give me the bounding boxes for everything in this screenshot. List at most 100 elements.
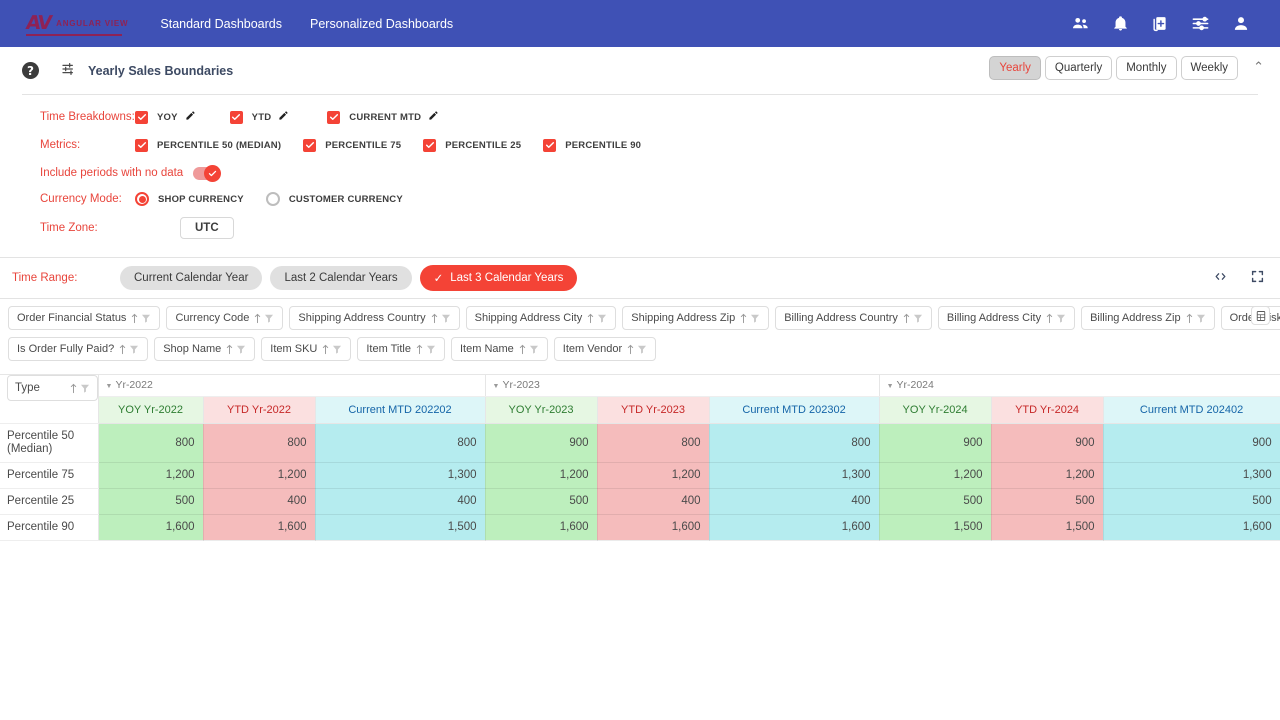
app-logo[interactable]: AV ANGULAR VIEW bbox=[18, 12, 128, 34]
sort-filter-icons[interactable] bbox=[226, 344, 246, 355]
time-range-last-2-calendar-years[interactable]: Last 2 Calendar Years bbox=[270, 266, 412, 290]
column-header-yoy-2024[interactable]: YOY Yr-2024 bbox=[879, 396, 992, 424]
filter-chip-billing-address-country[interactable]: Billing Address Country bbox=[775, 306, 932, 330]
time-range-current-calendar-year[interactable]: Current Calendar Year bbox=[120, 266, 263, 290]
radio-customer-currency[interactable] bbox=[265, 192, 280, 206]
sort-filter-icons[interactable] bbox=[1046, 313, 1066, 324]
period-yearly[interactable]: Yearly bbox=[989, 56, 1041, 80]
group-header-yr-2022[interactable]: ▼ Yr-2022 bbox=[98, 375, 486, 397]
fullscreen-icon[interactable] bbox=[1251, 270, 1264, 286]
checkbox-item-percentile-75[interactable]: PERCENTILE 75 bbox=[303, 138, 401, 152]
checkbox-percentile-90[interactable] bbox=[543, 138, 557, 152]
account-icon[interactable] bbox=[1232, 14, 1250, 33]
checkbox-yoy[interactable] bbox=[135, 110, 148, 124]
period-weekly[interactable]: Weekly bbox=[1180, 56, 1238, 80]
filter-chip-item-sku[interactable]: Item SKU bbox=[261, 337, 352, 361]
column-header-yoy-2023[interactable]: YOY Yr-2023 bbox=[485, 396, 598, 424]
sort-filter-icons[interactable] bbox=[70, 383, 90, 394]
sort-filter-icons[interactable] bbox=[519, 344, 539, 355]
radio-item-customer-currency[interactable]: CUSTOMER CURRENCY bbox=[265, 192, 403, 206]
column-header-current-mtd-202302[interactable]: Current MTD 202302 bbox=[709, 396, 880, 424]
filter-chip-item-vendor[interactable]: Item Vendor bbox=[553, 337, 657, 361]
chevron-up-icon[interactable]: ⌃ bbox=[1253, 59, 1264, 75]
edit-pencil-icon-yoy[interactable] bbox=[185, 110, 196, 124]
checkbox-label-percentile-25: PERCENTILE 25 bbox=[445, 139, 522, 151]
filter-chip-is-order-fully-paid[interactable]: Is Order Fully Paid? bbox=[8, 337, 149, 361]
checkbox-item-percentile-50[interactable]: PERCENTILE 50 (MEDIAN) bbox=[135, 138, 281, 152]
checkbox-ytd[interactable] bbox=[229, 110, 243, 124]
toggle-knob bbox=[204, 164, 222, 182]
cell: 400 bbox=[315, 488, 486, 515]
edit-pencil-icon-current-mtd[interactable] bbox=[428, 110, 439, 124]
column-header-ytd-2023[interactable]: YTD Yr-2023 bbox=[597, 396, 710, 424]
sort-filter-icons[interactable] bbox=[131, 313, 151, 324]
bell-icon[interactable] bbox=[1112, 14, 1129, 33]
type-filter-box[interactable]: Type bbox=[7, 375, 98, 401]
period-quarterly[interactable]: Quarterly bbox=[1044, 56, 1113, 80]
checkbox-percentile-25[interactable] bbox=[423, 138, 437, 152]
spreadsheet-export-icon[interactable] bbox=[1251, 306, 1270, 325]
sort-filter-icons[interactable] bbox=[587, 313, 607, 324]
nav-personalized-dashboards[interactable]: Personalized Dashboards bbox=[310, 17, 453, 31]
checkbox-item-current-mtd[interactable]: CURRENT MTD bbox=[327, 110, 439, 124]
sort-filter-icons[interactable] bbox=[627, 344, 647, 355]
column-header-ytd-2022[interactable]: YTD Yr-2022 bbox=[203, 396, 316, 424]
sort-filter-icons[interactable] bbox=[1186, 313, 1206, 324]
settings-tune-icon[interactable] bbox=[61, 61, 77, 80]
period-monthly[interactable]: Monthly bbox=[1116, 56, 1177, 80]
people-icon[interactable] bbox=[1071, 14, 1090, 33]
filter-chip-billing-address-city[interactable]: Billing Address City bbox=[937, 306, 1076, 330]
radio-shop-currency[interactable] bbox=[135, 192, 149, 206]
cell: 500 bbox=[1103, 488, 1280, 515]
cell: 1,300 bbox=[315, 462, 486, 489]
sort-filter-icons[interactable] bbox=[431, 313, 451, 324]
group-header-yr-2023[interactable]: ▼ Yr-2023 bbox=[485, 375, 880, 397]
column-header-current-mtd-202402[interactable]: Current MTD 202402 bbox=[1103, 396, 1280, 424]
filter-chip-shipping-address-city[interactable]: Shipping Address City bbox=[465, 306, 617, 330]
timezone-value[interactable]: UTC bbox=[180, 217, 234, 239]
sort-filter-icons[interactable] bbox=[416, 344, 436, 355]
sort-filter-icons[interactable] bbox=[740, 313, 760, 324]
filter-chip-item-title[interactable]: Item Title bbox=[357, 337, 445, 361]
column-header-ytd-2024[interactable]: YTD Yr-2024 bbox=[991, 396, 1104, 424]
filter-chip-item-name[interactable]: Item Name bbox=[451, 337, 548, 361]
sort-filter-icons[interactable] bbox=[903, 313, 923, 324]
time-range-icon-group bbox=[1213, 270, 1264, 286]
cell: 1,600 bbox=[1103, 514, 1280, 541]
checkbox-item-yoy[interactable]: YOY bbox=[135, 110, 196, 124]
filter-chip-currency-code[interactable]: Currency Code bbox=[166, 306, 284, 330]
checkbox-current-mtd[interactable] bbox=[327, 110, 341, 124]
row-label-percentile-50: Percentile 50 (Median) bbox=[0, 423, 99, 463]
edit-pencil-icon-ytd[interactable] bbox=[278, 110, 289, 124]
table-row: Percentile 25 500 400 400 500 400 400 50… bbox=[0, 488, 1280, 515]
checkbox-item-ytd[interactable]: YTD bbox=[229, 110, 290, 124]
cell: 1,600 bbox=[203, 514, 316, 541]
group-label: Yr-2022 bbox=[115, 379, 153, 392]
sort-filter-icons[interactable] bbox=[254, 313, 274, 324]
filter-chip-shipping-address-country[interactable]: Shipping Address Country bbox=[289, 306, 460, 330]
column-header-current-mtd-202202[interactable]: Current MTD 202202 bbox=[315, 396, 486, 424]
filter-chip-shipping-address-zip[interactable]: Shipping Address Zip bbox=[622, 306, 770, 330]
filter-chip-shop-name[interactable]: Shop Name bbox=[154, 337, 256, 361]
group-header-yr-2024[interactable]: ▼ Yr-2024 bbox=[879, 375, 1280, 397]
help-icon[interactable]: ? bbox=[22, 62, 39, 79]
checkbox-percentile-75[interactable] bbox=[303, 138, 317, 152]
time-range-last-3-label: Last 3 Calendar Years bbox=[450, 272, 564, 284]
include-no-data-toggle[interactable] bbox=[193, 164, 222, 182]
filter-chip-billing-address-zip[interactable]: Billing Address Zip bbox=[1081, 306, 1215, 330]
code-brackets-icon[interactable] bbox=[1213, 270, 1228, 286]
checkbox-percentile-50[interactable] bbox=[135, 138, 148, 152]
copy-add-icon[interactable] bbox=[1151, 14, 1169, 33]
sliders-icon[interactable] bbox=[1191, 14, 1210, 33]
time-range-last-3-calendar-years[interactable]: ✓ Last 3 Calendar Years bbox=[419, 265, 578, 291]
sort-filter-icons[interactable] bbox=[322, 344, 342, 355]
checkbox-item-percentile-25[interactable]: PERCENTILE 25 bbox=[423, 138, 522, 152]
sort-filter-icons[interactable] bbox=[119, 344, 139, 355]
checkbox-item-percentile-90[interactable]: PERCENTILE 90 bbox=[543, 138, 641, 152]
column-header-yoy-2022[interactable]: YOY Yr-2022 bbox=[98, 396, 204, 424]
radio-item-shop-currency[interactable]: SHOP CURRENCY bbox=[135, 192, 244, 206]
controls-panel: Time Breakdowns: YOY YTD CURRENT MTD Met… bbox=[0, 95, 1280, 257]
cell: 400 bbox=[203, 488, 316, 515]
nav-standard-dashboards[interactable]: Standard Dashboards bbox=[160, 17, 282, 31]
filter-chip-order-financial-status[interactable]: Order Financial Status bbox=[8, 306, 161, 330]
